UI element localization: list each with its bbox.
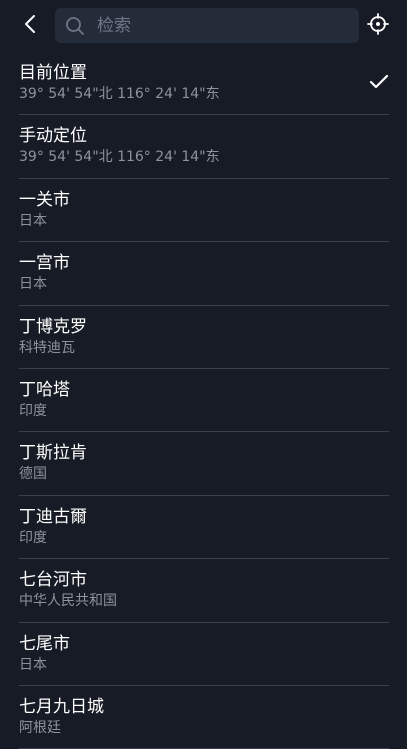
location-name: 七月九日城: [19, 696, 104, 717]
location-item[interactable]: 丁博克罗 科特迪瓦: [0, 306, 407, 370]
location-detail: 39° 54' 54"北 116° 24' 14"东: [19, 149, 220, 166]
location-name: 七台河市: [19, 570, 87, 591]
location-detail: 日本: [19, 656, 47, 673]
location-item[interactable]: 七台河市中华人民共和国: [0, 559, 407, 623]
location-item[interactable]: 七尾市 日本: [0, 623, 407, 687]
check-icon: [369, 74, 389, 89]
location-item[interactable]: 丁迪古爾 印度: [0, 496, 407, 560]
search-input[interactable]: [95, 9, 359, 42]
search-icon: [65, 16, 85, 36]
back-button[interactable]: [14, 10, 46, 42]
crosshair-icon: [367, 13, 389, 39]
location-item[interactable]: 一宫市 日本: [0, 242, 407, 306]
top-bar: [0, 0, 407, 52]
chevron-left-icon: [23, 13, 37, 39]
location-name: 丁迪古爾: [19, 506, 87, 527]
location-name: 丁博克罗: [19, 316, 87, 337]
location-detail: 日本: [19, 276, 47, 293]
location-detail: 科特迪瓦: [19, 339, 75, 356]
search-box[interactable]: [55, 8, 359, 43]
location-detail: 阿根廷: [19, 719, 61, 736]
location-item[interactable]: 一关市 日本: [0, 179, 407, 243]
location-name: 手动定位: [19, 126, 87, 147]
location-item[interactable]: 手动定位 39° 54' 54"北 116° 24' 14"东: [0, 115, 407, 180]
location-list: 目前位置 39° 54' 54"北 116° 24' 14"东 手动定位 39° 54…: [0, 52, 407, 749]
location-name: 丁斯拉肯: [19, 443, 87, 464]
location-name: 目前位置: [19, 63, 87, 83]
location-detail: 中华人民共和国: [19, 593, 117, 610]
location-detail: 印度: [19, 402, 47, 419]
location-name: 一关市: [19, 189, 70, 210]
location-item[interactable]: 七月九日城 阿根廷: [0, 686, 407, 749]
location-detail: 德国: [19, 466, 47, 483]
location-item[interactable]: 丁哈塔 印度: [0, 369, 407, 433]
locate-button[interactable]: [366, 13, 390, 39]
location-name: 七尾市: [19, 633, 70, 654]
location-name: 丁哈塔: [19, 379, 70, 400]
location-item[interactable]: 丁斯拉肯 德国: [0, 432, 407, 497]
location-name: 一宫市: [19, 253, 70, 274]
location-item[interactable]: 目前位置 39° 54' 54"北 116° 24' 14"东: [0, 52, 407, 116]
location-detail: 39° 54' 54"北 116° 24' 14"东: [19, 86, 220, 102]
location-detail: 日本: [19, 212, 47, 229]
location-detail: 印度: [19, 529, 47, 546]
